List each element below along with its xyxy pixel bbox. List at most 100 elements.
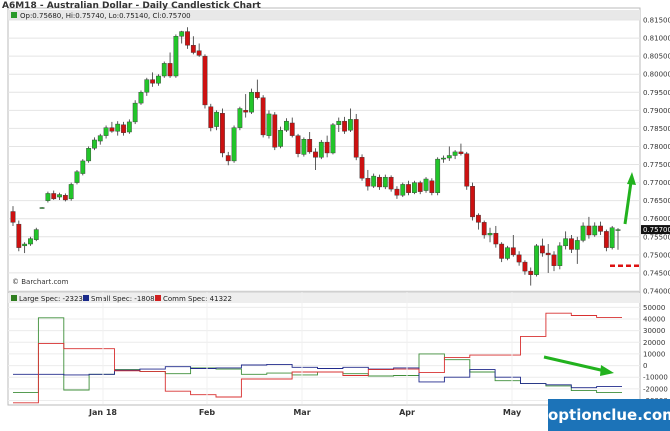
price-tick-label: 0.76500 [643,197,670,205]
x-tick-label: Apr [399,408,415,417]
cot-tick-label: -10000 [643,374,668,382]
chart-title: A6M18 - Australian Dollar - Daily Candle… [2,1,261,11]
x-tick-label: Mar [293,408,310,417]
candle [161,61,167,78]
candle-body [86,148,92,162]
candle-body [592,225,598,236]
candle-body [429,180,435,193]
candle-body [609,227,615,248]
candle-body [475,214,481,223]
candle [138,90,144,105]
candle [237,106,243,131]
candle-body [51,193,57,200]
candle [429,178,435,196]
legend-entry: Large Spec: -23235 [19,295,87,303]
candle-body [539,245,545,254]
candle-body [185,31,190,46]
candle-body [109,127,115,132]
candle-body [563,238,569,247]
candle [464,151,470,190]
candle-body [220,113,225,154]
candle [16,220,22,252]
candle-body [57,194,62,198]
candle-body [603,231,609,248]
candle-body [598,225,603,232]
candle [33,227,39,242]
cot-y-axis: 50000400003000020000100000-10000-20000-3… [643,304,668,405]
cot-tick-label: 20000 [643,339,665,347]
price-tick-label: 0.81500 [643,17,670,25]
price-tick-label: 0.77000 [643,179,670,187]
candle-body [196,50,202,56]
candle-body [249,92,254,113]
price-tick-label: 0.81000 [643,35,670,43]
candle-body [394,188,400,196]
price-tick-label: 0.74500 [643,269,670,277]
candle-body [190,45,196,53]
candle [132,100,138,125]
candle-body [126,121,132,133]
candle-body [289,122,295,136]
candle-body [28,238,33,245]
candle-body [382,176,388,188]
candle [609,225,615,250]
candle-body [202,55,208,106]
candle [534,244,539,277]
candle [68,182,74,201]
candle-body [33,229,39,240]
price-tick-label: 0.79000 [643,107,670,115]
price-plot-area [7,7,641,292]
candle-body [45,193,51,201]
candle-body [307,139,313,153]
candle [359,154,365,181]
candle-body [446,155,452,159]
cot-tick-label: 50000 [643,304,665,312]
candle [80,159,86,176]
candle [301,137,307,157]
ohlc-swatch [11,12,17,18]
candle-body [510,247,516,256]
candle [470,182,475,221]
candle-body [615,229,621,231]
candle [435,157,441,196]
last-price-label: 0.75700 [643,226,670,234]
candle-body [243,110,249,113]
candle [353,113,359,161]
candle-body [161,63,167,77]
candle-body [301,139,307,155]
candle [173,34,179,78]
candle [505,245,510,261]
price-tick-label: 0.76000 [643,215,670,223]
candle-body [115,123,121,132]
candle-body [121,124,126,133]
candle [220,108,225,158]
candle-body [574,240,580,250]
candle-body [313,151,318,158]
candle-body [406,184,411,193]
candle [202,54,208,109]
candle-body [324,141,330,154]
candle-body [371,175,377,187]
chart-frame: Op:0.75680, Hi:0.75740, Lo:0.75140, Cl:0… [0,0,670,431]
price-panel: Op:0.75680, Hi:0.75740, Lo:0.75140, Cl:0… [7,7,670,296]
x-tick-label: Jan 18 [88,408,117,417]
candle-body [173,36,179,77]
candle-body [132,102,138,123]
cot-tick-label: 0 [643,362,647,370]
candle-body [388,176,394,190]
candle-body [377,176,382,188]
candle-body [179,31,185,37]
candle-body [10,211,16,223]
candle-body [522,261,528,272]
candle-body [74,171,80,183]
candle-body [400,184,406,196]
candle-body [499,243,505,259]
candle-body [80,160,86,174]
candle-body [62,195,68,201]
candle-body [92,139,97,149]
candle-body [16,223,22,248]
candle-body [528,270,534,275]
candle [249,88,254,114]
candle [231,125,237,163]
candle-body [516,254,522,263]
